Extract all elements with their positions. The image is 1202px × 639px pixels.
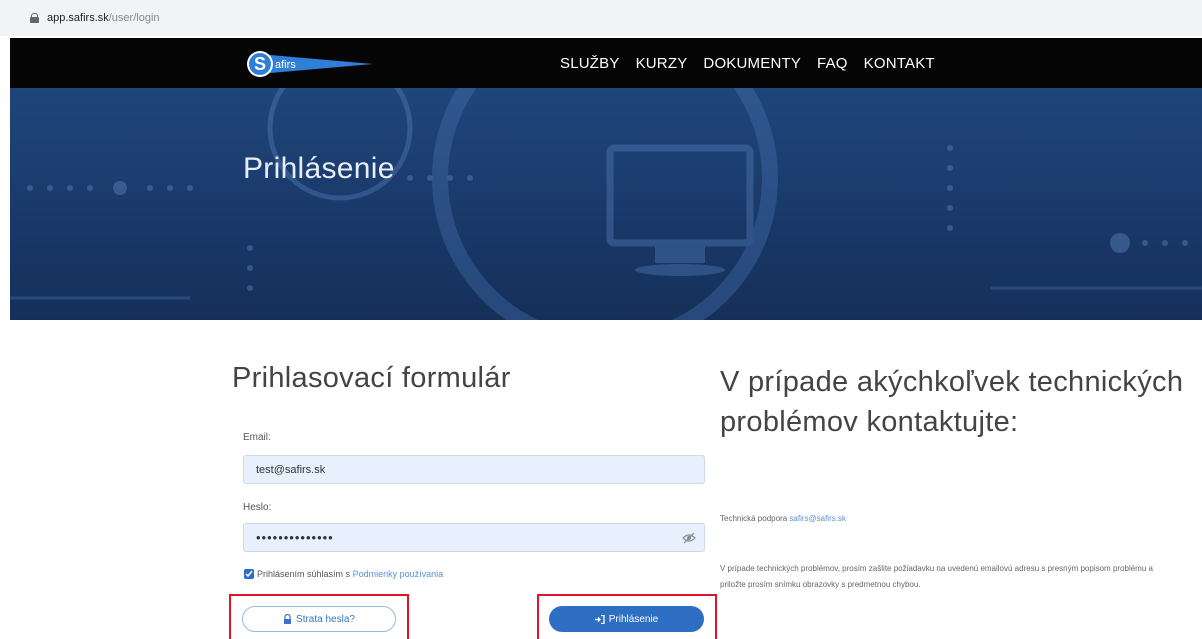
nav-item-kurzy[interactable]: KURZY	[636, 55, 688, 72]
lock-icon	[284, 614, 292, 624]
tech-support-line: Technická podpora safirs@safirs.sk	[720, 511, 846, 527]
login-label: Prihlásenie	[608, 613, 659, 625]
hero-banner	[10, 88, 1202, 320]
svg-text:S: S	[254, 54, 266, 74]
tech-support-email[interactable]: safirs@safirs.sk	[789, 514, 846, 523]
form-title: Prihlasovací formulár	[232, 362, 511, 394]
lock-icon	[30, 13, 39, 23]
login-button[interactable]: Prihlásenie	[549, 606, 704, 632]
terms-text: Prihlásením súhlasím s	[257, 569, 351, 579]
check-icon	[245, 570, 253, 578]
lost-password-label: Strata hesla?	[296, 613, 355, 625]
password-value: ••••••••••••••	[256, 530, 334, 545]
page-title: Prihlásenie	[243, 152, 395, 185]
hero-decoration	[10, 88, 1202, 320]
sign-in-icon	[594, 614, 605, 624]
password-field[interactable]: ••••••••••••••	[243, 523, 705, 552]
top-navbar: S afirs SLUŽBY KURZY DOKUMENTY FAQ KONTA…	[10, 38, 1202, 88]
page-header: S afirs SLUŽBY KURZY DOKUMENTY FAQ KONTA…	[10, 38, 1202, 320]
safirs-logo[interactable]: S afirs	[245, 48, 375, 80]
email-value: test@safirs.sk	[256, 463, 326, 476]
email-field[interactable]: test@safirs.sk	[243, 455, 705, 484]
support-note: V prípade technických problémov, prosím …	[720, 564, 1153, 589]
main-nav: SLUŽBY KURZY DOKUMENTY FAQ KONTAKT	[560, 38, 951, 88]
login-form: Prihlasovací formulár	[232, 362, 712, 395]
nav-item-dokumenty[interactable]: DOKUMENTY	[703, 55, 801, 72]
terms-link[interactable]: Podmienky používania	[353, 569, 444, 579]
support-title: V prípade akýchkoľvek technických problé…	[720, 366, 1184, 438]
address-bar[interactable]: app.safirs.sk/user/login	[0, 0, 1202, 36]
terms-checkbox[interactable]	[244, 569, 254, 579]
support-section: V prípade akýchkoľvek technických problé…	[720, 362, 1190, 442]
tech-support-label: Technická podpora	[720, 514, 790, 523]
terms-row: Prihlásením súhlasím s Podmienky používa…	[244, 569, 443, 579]
password-label: Heslo:	[243, 502, 272, 513]
email-label: Email:	[243, 432, 271, 443]
nav-item-faq[interactable]: FAQ	[817, 55, 848, 72]
show-password-icon[interactable]	[682, 532, 696, 544]
nav-item-sluzby[interactable]: SLUŽBY	[560, 55, 620, 72]
url-path: /user/login	[108, 12, 160, 24]
nav-item-kontakt[interactable]: KONTAKT	[864, 55, 935, 72]
svg-text:afirs: afirs	[275, 59, 296, 71]
url-host: app.safirs.sk	[47, 12, 109, 24]
lost-password-button[interactable]: Strata hesla?	[242, 606, 396, 632]
